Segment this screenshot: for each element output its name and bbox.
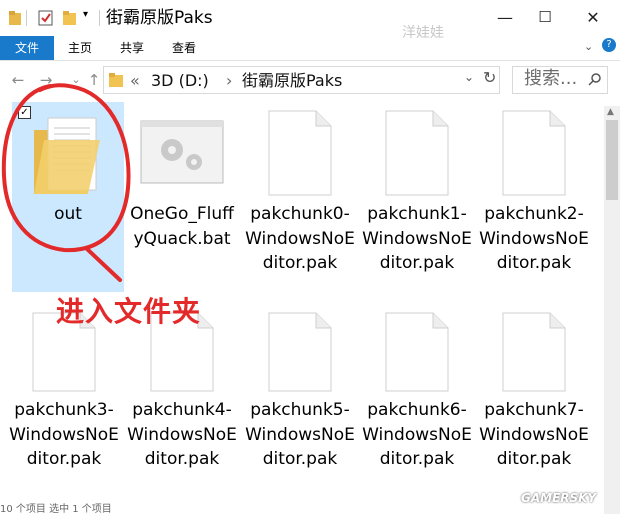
scroll-up-icon[interactable]: ▲ — [607, 107, 614, 117]
close-button[interactable]: ✕ — [570, 0, 616, 34]
file-item-pak[interactable]: pakchunk4-WindowsNoEditor.pak — [126, 306, 238, 500]
blank-file-icon — [502, 110, 566, 196]
blank-file-icon — [268, 110, 332, 196]
blank-file-icon — [502, 312, 566, 392]
title-divider — [99, 10, 100, 26]
item-label: pakchunk4-WindowsNoEditor.pak — [127, 400, 237, 469]
scrollbar-thumb[interactable] — [606, 120, 618, 200]
item-label: pakchunk5-WindowsNoEditor.pak — [245, 400, 355, 469]
gear-file-icon — [140, 120, 224, 184]
file-item-pak[interactable]: pakchunk1-WindowsNoEditor.pak — [361, 102, 473, 292]
file-item-pak[interactable]: pakchunk0-WindowsNoEditor.pak — [244, 102, 356, 292]
tab-share[interactable]: 共享 — [112, 36, 152, 60]
maximize-button[interactable]: ☐ — [522, 0, 568, 34]
window-title: 街霸原版Paks — [106, 8, 213, 28]
file-item-pak[interactable]: pakchunk6-WindowsNoEditor.pak — [361, 306, 473, 500]
breadcrumb-folder[interactable]: 街霸原版Paks — [242, 71, 342, 91]
folder-icon — [9, 11, 21, 25]
file-item-pak[interactable]: pakchunk7-WindowsNoEditor.pak — [478, 306, 590, 500]
search-placeholder: 搜索... — [524, 68, 578, 89]
tab-home[interactable]: 主页 — [60, 36, 100, 60]
refresh-icon[interactable]: ↻ — [483, 68, 496, 87]
file-item-pak[interactable]: pakchunk3-WindowsNoEditor.pak — [8, 306, 120, 500]
blank-file-icon — [385, 312, 449, 392]
blank-file-icon — [268, 312, 332, 392]
ribbon-expand-icon[interactable]: ⌄ — [584, 40, 593, 53]
file-item-pak[interactable]: pakchunk5-WindowsNoEditor.pak — [244, 306, 356, 500]
toolbar-divider — [26, 10, 27, 26]
item-label: OneGo_FluffyQuack.bat — [130, 204, 234, 249]
item-label: pakchunk2-WindowsNoEditor.pak — [479, 204, 589, 273]
breadcrumb-separator: › — [226, 71, 233, 90]
address-dropdown-icon[interactable]: ⌄ — [464, 70, 474, 84]
file-item-pak[interactable]: pakchunk2-WindowsNoEditor.pak — [478, 102, 590, 292]
tab-view[interactable]: 查看 — [164, 36, 204, 60]
status-bar-text: 10 个项目 选中 1 个项目 — [0, 504, 112, 515]
annotation-circle-icon — [1, 83, 131, 282]
quick-access-dropdown-icon[interactable]: ▾ — [83, 9, 88, 20]
tab-file[interactable]: 文件 — [0, 36, 54, 60]
item-label: pakchunk6-WindowsNoEditor.pak — [362, 400, 472, 469]
item-label: pakchunk0-WindowsNoEditor.pak — [245, 204, 355, 273]
item-label: pakchunk3-WindowsNoEditor.pak — [9, 400, 119, 469]
item-label: pakchunk7-WindowsNoEditor.pak — [479, 400, 589, 469]
search-icon — [588, 73, 601, 86]
blank-file-icon — [385, 110, 449, 196]
breadcrumb-drive[interactable]: 3D (D:) — [151, 71, 209, 91]
brand-watermark: GAMERSKY — [521, 491, 597, 505]
help-icon[interactable]: ? — [602, 38, 616, 52]
annotation-text: 进入文件夹 — [56, 295, 202, 328]
properties-icon[interactable] — [38, 9, 54, 27]
new-folder-icon[interactable] — [62, 9, 78, 27]
item-label: pakchunk1-WindowsNoEditor.pak — [362, 204, 472, 273]
file-item-bat[interactable]: OneGo_FluffyQuack.bat — [126, 102, 238, 292]
